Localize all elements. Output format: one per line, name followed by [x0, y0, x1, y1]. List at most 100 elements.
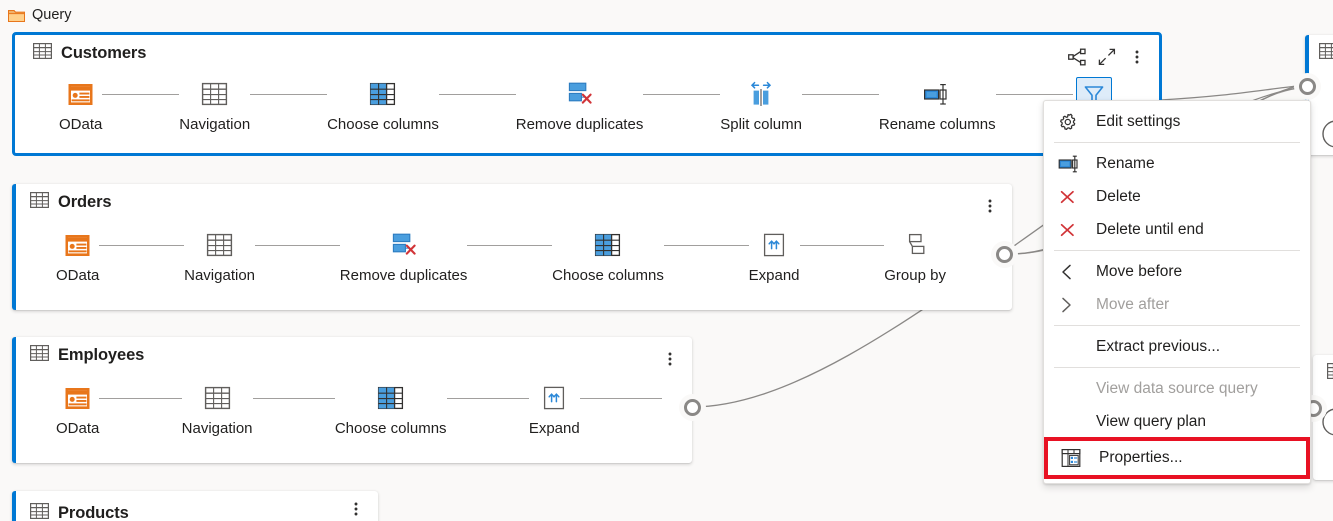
step-connector: [252, 398, 335, 399]
remove-duplicates-icon: [387, 228, 421, 262]
step-odata[interactable]: OData: [56, 381, 99, 438]
table-icon: [1327, 363, 1333, 384]
step-choose-columns[interactable]: Choose columns: [335, 381, 447, 438]
query-card-customers[interactable]: Customers OData Navigation Choose column…: [12, 32, 1162, 156]
menu-item-view-data-source-query: View data source query: [1044, 372, 1310, 405]
step-connector: [801, 94, 879, 95]
query-actions-orders: [976, 192, 1004, 220]
menu-item-label: View query plan: [1096, 412, 1207, 430]
step-connector: [255, 245, 340, 246]
step-remove-duplicates[interactable]: Remove duplicates: [339, 228, 468, 285]
step-connector: [99, 398, 182, 399]
menu-item-view-query-plan[interactable]: View query plan: [1044, 405, 1310, 438]
step-label: Remove duplicates: [339, 267, 468, 284]
no-icon: [1058, 337, 1088, 357]
step-rename-columns[interactable]: Rename columns: [879, 77, 996, 134]
step-label: Rename columns: [878, 116, 996, 133]
menu-item-label: View data source query: [1096, 379, 1258, 397]
more-options-icon[interactable]: [656, 345, 684, 373]
chevron-right-icon: [1058, 295, 1088, 315]
query-title: Orders: [58, 192, 112, 211]
odata-source-icon: [61, 228, 95, 262]
step-split-column[interactable]: Split column: [720, 77, 802, 134]
navigation-table-icon: [198, 77, 232, 111]
step-connector: [663, 245, 749, 246]
step-choose-columns[interactable]: Choose columns: [552, 228, 664, 285]
menu-item-rename[interactable]: Rename: [1044, 147, 1310, 180]
menu-item-edit-settings[interactable]: Edit settings: [1044, 105, 1310, 138]
step-icon-partial: [1321, 119, 1333, 154]
query-header-products: Products: [12, 495, 378, 521]
more-options-icon[interactable]: [976, 192, 1004, 220]
menu-item-delete[interactable]: Delete: [1044, 180, 1310, 213]
step-connector: [446, 398, 529, 399]
step-label: Choose columns: [552, 267, 664, 284]
step-label: OData: [56, 267, 100, 284]
query-header-employees: Employees: [12, 337, 692, 373]
odata-source-icon: [64, 77, 98, 111]
menu-separator: [1054, 325, 1300, 326]
delete-x-icon: [1058, 220, 1088, 240]
step-label: OData: [59, 116, 103, 133]
navigation-table-icon: [203, 228, 237, 262]
query-title: Employees: [58, 345, 145, 364]
gear-icon: [1058, 112, 1088, 132]
diagram-share-icon[interactable]: [1063, 43, 1091, 71]
step-strip-employees: OData Navigation Choose columns Expand: [56, 381, 666, 438]
query-card-employees[interactable]: Employees OData Navigation Choose column…: [12, 337, 692, 463]
query-title: Products: [58, 503, 129, 521]
step-navigation[interactable]: Navigation: [184, 228, 255, 285]
step-expand[interactable]: Expand: [529, 381, 580, 438]
menu-separator: [1054, 367, 1300, 368]
step-connector: [995, 94, 1073, 95]
step-strip-orders: OData Navigation Remove duplicates Choos…: [56, 228, 968, 285]
step-connector: [579, 398, 662, 399]
input-port-right-top[interactable]: [1299, 78, 1316, 95]
step-navigation[interactable]: Navigation: [182, 381, 253, 438]
remove-duplicates-icon: [563, 77, 597, 111]
query-card-orders[interactable]: Orders OData Navigation Remove duplicate…: [12, 184, 1012, 310]
menu-item-move-before[interactable]: Move before: [1044, 255, 1310, 288]
step-odata[interactable]: OData: [56, 228, 99, 285]
step-odata[interactable]: OData: [59, 77, 102, 134]
menu-item-delete-until-end[interactable]: Delete until end: [1044, 213, 1310, 246]
output-port-orders[interactable]: [996, 246, 1013, 263]
step-choose-columns[interactable]: Choose columns: [327, 77, 439, 134]
step-label: OData: [56, 420, 100, 437]
group-by-icon: [898, 228, 932, 262]
menu-item-label: Properties...: [1099, 449, 1183, 466]
step-connector: [250, 94, 328, 95]
query-header-orders: Orders: [12, 184, 1012, 220]
step-expand[interactable]: Expand: [749, 228, 800, 285]
menu-item-properties[interactable]: Properties...: [1044, 437, 1310, 479]
folder-icon: [8, 8, 25, 22]
breadcrumb-label: Query: [32, 7, 72, 23]
collapse-icon[interactable]: [1093, 43, 1121, 71]
query-actions-customers: [1063, 43, 1151, 71]
more-options-icon[interactable]: [342, 495, 370, 521]
menu-item-extract-previous[interactable]: Extract previous...: [1044, 330, 1310, 363]
breadcrumb[interactable]: Query: [8, 7, 72, 23]
step-label: Choose columns: [334, 420, 447, 437]
step-label: Expand: [528, 420, 580, 437]
step-navigation[interactable]: Navigation: [179, 77, 250, 134]
choose-columns-icon: [591, 228, 625, 262]
step-label: Navigation: [179, 116, 251, 133]
step-remove-duplicates[interactable]: Remove duplicates: [516, 77, 643, 134]
query-title: Customers: [61, 43, 147, 62]
query-card-products[interactable]: Products: [12, 491, 378, 521]
output-port-employees[interactable]: [684, 399, 701, 416]
query-header-right-bottom: [1327, 363, 1333, 384]
delete-x-icon: [1058, 187, 1088, 207]
table-icon: [30, 191, 49, 213]
choose-columns-icon: [366, 77, 400, 111]
menu-item-label: Move before: [1096, 262, 1183, 280]
properties-icon: [1061, 448, 1091, 468]
step-label: Choose columns: [327, 116, 439, 133]
menu-item-label: Delete: [1096, 187, 1141, 205]
step-group-by[interactable]: Group by: [884, 228, 946, 285]
more-options-icon[interactable]: [1123, 43, 1151, 71]
table-icon: [30, 344, 49, 366]
step-context-menu[interactable]: Edit settings Rename Delete Delete until…: [1043, 100, 1311, 484]
step-connector: [467, 245, 553, 246]
